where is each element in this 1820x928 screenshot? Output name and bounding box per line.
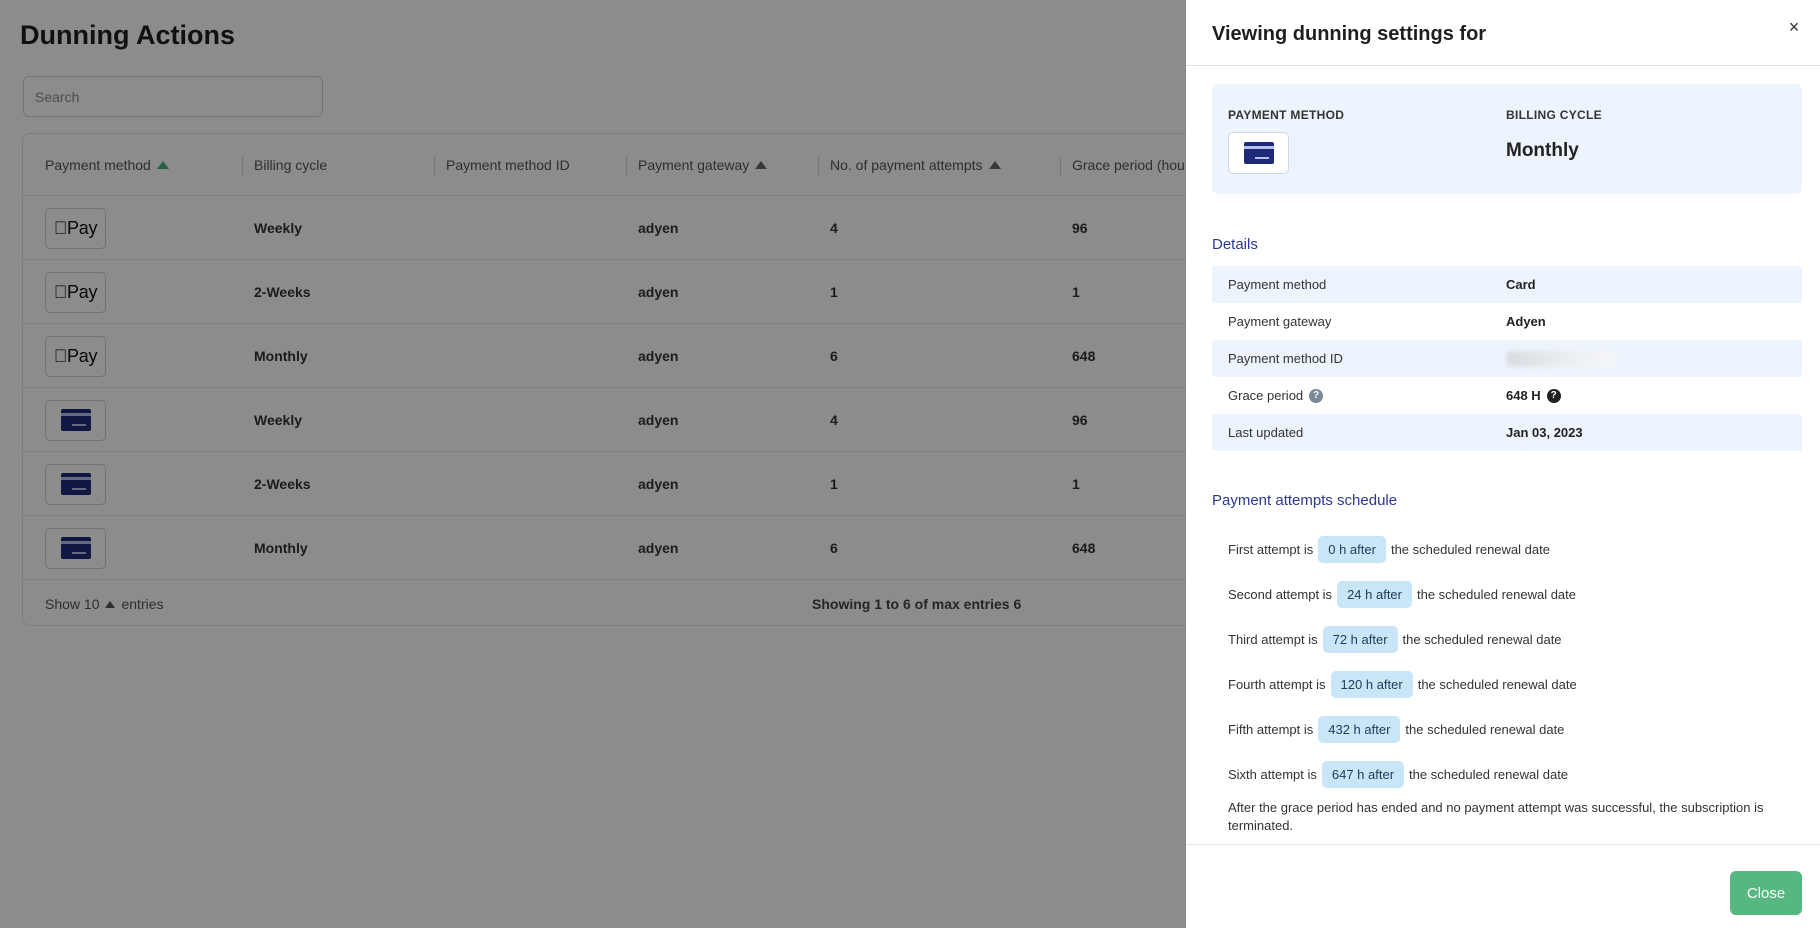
drawer-title: Viewing dunning settings for <box>1212 23 1487 45</box>
detail-row-grace-period: Grace period ? 648 H ? <box>1212 377 1802 414</box>
schedule-row: Fourth attempt is 120 h after the schedu… <box>1212 662 1802 707</box>
detail-row-payment-method-id: Payment method ID <box>1212 340 1802 377</box>
schedule-prefix: Fourth attempt is <box>1228 677 1326 692</box>
drawer-footer-divider <box>1186 844 1820 845</box>
schedule-row: Fifth attempt is 432 h after the schedul… <box>1212 707 1802 752</box>
schedule-offset-pill: 120 h after <box>1330 671 1413 698</box>
detail-value-with-help: 648 H ? <box>1506 388 1561 403</box>
detail-value: Card <box>1506 277 1536 292</box>
dunning-settings-drawer: Viewing dunning settings for × PAYMENT M… <box>1186 0 1820 928</box>
schedule-offset-pill: 24 h after <box>1337 581 1412 608</box>
details-list: Payment method Card Payment gateway Adye… <box>1212 266 1802 451</box>
drawer-header: Viewing dunning settings for × <box>1186 0 1820 66</box>
detail-label: Payment method <box>1228 277 1327 292</box>
detail-label: Grace period <box>1228 388 1304 403</box>
detail-row-payment-method: Payment method Card <box>1212 266 1802 303</box>
schedule-suffix: the scheduled renewal date <box>1409 767 1569 782</box>
schedule-prefix: Second attempt is <box>1228 587 1333 602</box>
schedule-row: Third attempt is 72 h after the schedule… <box>1212 617 1802 662</box>
detail-value: Adyen <box>1506 314 1546 329</box>
schedule-suffix: the scheduled renewal date <box>1417 587 1577 602</box>
close-icon[interactable]: × <box>1784 17 1804 37</box>
billing-cycle-heading: BILLING CYCLE <box>1506 108 1602 122</box>
payment-method-heading: PAYMENT METHOD <box>1228 108 1345 122</box>
redacted-value <box>1506 350 1616 367</box>
detail-value: 648 H <box>1506 388 1541 403</box>
help-icon[interactable]: ? <box>1546 388 1561 403</box>
detail-value: Jan 03, 2023 <box>1506 425 1583 440</box>
schedule-offset-pill: 72 h after <box>1322 626 1398 653</box>
schedule-heading: Payment attempts schedule <box>1212 492 1398 509</box>
detail-label: Last updated <box>1228 425 1304 440</box>
schedule-row: Sixth attempt is 647 h after the schedul… <box>1212 752 1802 797</box>
schedule-row: First attempt is 0 h after the scheduled… <box>1212 527 1802 572</box>
summary-panel: PAYMENT METHOD BILLING CYCLE Monthly <box>1212 84 1802 194</box>
schedule-prefix: First attempt is <box>1228 542 1314 557</box>
detail-label: Payment method ID <box>1228 351 1343 366</box>
schedule-prefix: Third attempt is <box>1228 632 1318 647</box>
schedule-suffix: the scheduled renewal date <box>1405 722 1565 737</box>
schedule-offset-pill: 647 h after <box>1321 761 1405 788</box>
schedule-prefix: Fifth attempt is <box>1228 722 1314 737</box>
schedule-suffix: the scheduled renewal date <box>1390 542 1550 557</box>
detail-label: Payment gateway <box>1228 314 1332 329</box>
credit-card-icon <box>1228 132 1289 174</box>
help-icon[interactable]: ? <box>1309 388 1324 403</box>
schedule-suffix: the scheduled renewal date <box>1417 677 1577 692</box>
schedule-offset-pill: 0 h after <box>1318 536 1386 563</box>
close-button[interactable]: Close <box>1730 871 1802 915</box>
detail-row-payment-gateway: Payment gateway Adyen <box>1212 303 1802 340</box>
billing-cycle-value: Monthly <box>1506 140 1579 161</box>
details-heading: Details <box>1212 236 1258 253</box>
card-glyph <box>1243 142 1274 164</box>
schedule-prefix: Sixth attempt is <box>1228 767 1317 782</box>
detail-value-redacted <box>1506 350 1616 367</box>
schedule-offset-pill: 432 h after <box>1318 716 1401 743</box>
detail-row-last-updated: Last updated Jan 03, 2023 <box>1212 414 1802 451</box>
attempts-schedule: First attempt is 0 h after the scheduled… <box>1212 527 1802 797</box>
schedule-row: Second attempt is 24 h after the schedul… <box>1212 572 1802 617</box>
termination-note: After the grace period has ended and no … <box>1228 800 1764 833</box>
detail-label-with-help: Grace period ? <box>1228 388 1324 403</box>
schedule-suffix: the scheduled renewal date <box>1402 632 1562 647</box>
